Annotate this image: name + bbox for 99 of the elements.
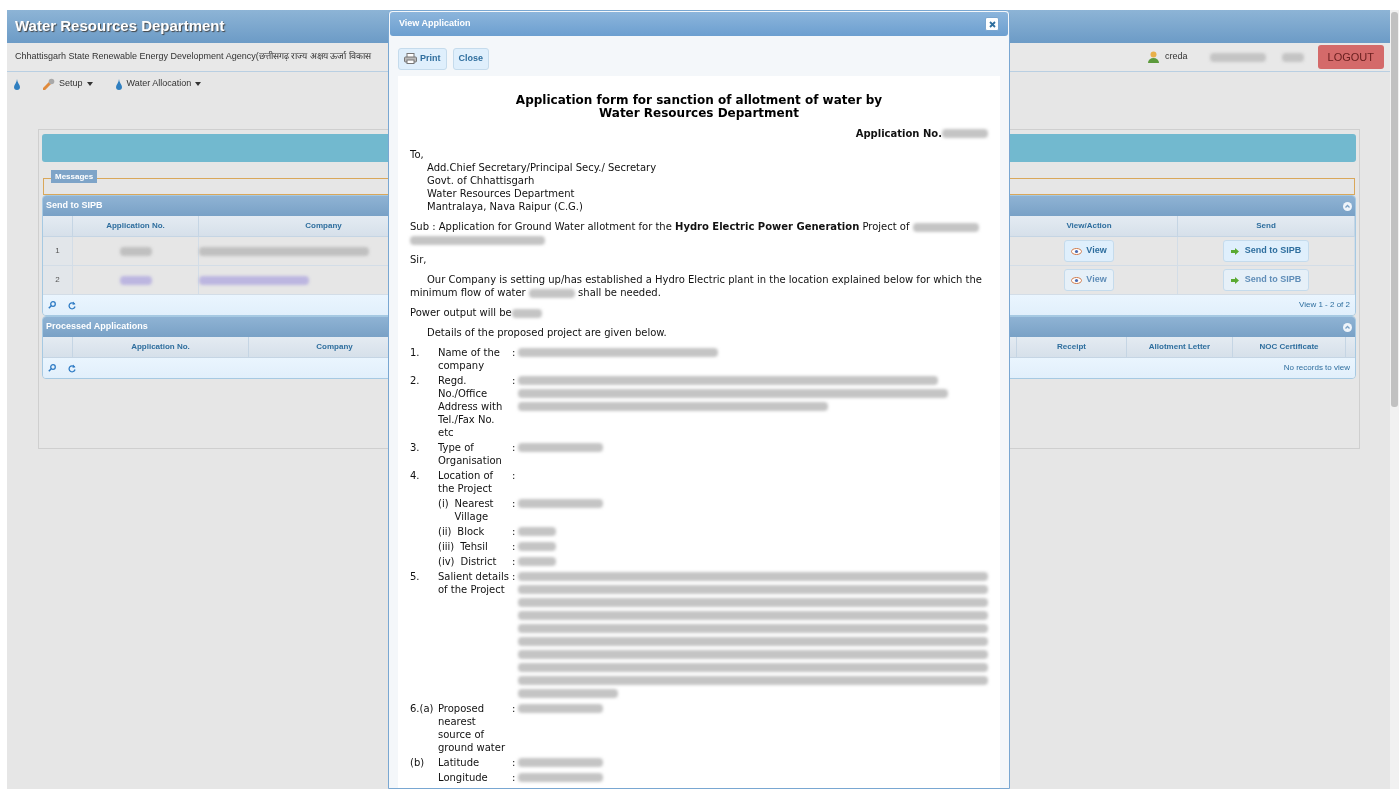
colon: :: [512, 374, 517, 388]
collapse-icon[interactable]: [1343, 201, 1352, 211]
redacted-text: [511, 308, 542, 318]
pager-info: View 1 - 2 of 2: [1299, 299, 1350, 311]
wrench-icon: [43, 78, 55, 90]
send-button[interactable]: Send to SIPB: [1222, 240, 1310, 262]
item-marker: (iv): [438, 555, 455, 568]
item-label: Location of the Project: [438, 469, 495, 495]
drop-icon: [114, 78, 123, 90]
redacted-text: [912, 222, 979, 232]
colon: :: [512, 346, 517, 360]
redacted-text: [518, 542, 556, 551]
item-number: (b): [410, 756, 426, 769]
dialog-title: View Application: [399, 17, 471, 31]
item-number: 4.: [410, 469, 421, 483]
redacted-text: [1281, 52, 1304, 62]
colon: :: [512, 702, 517, 716]
power-output-text: Power output will be: [410, 306, 988, 319]
search-icon[interactable]: [48, 301, 56, 309]
printer-icon: [404, 53, 417, 64]
column-header: Receipt: [1017, 337, 1127, 357]
colon: :: [512, 469, 517, 483]
colon: :: [512, 555, 517, 568]
app-title: Water Resources Department: [15, 16, 225, 37]
item-number: 3.: [410, 441, 421, 455]
messages-legend: Messages: [51, 170, 98, 183]
document-title: Application form for sanction of allotment of water by Water Resources Department: [514, 94, 884, 120]
eye-icon: [1071, 247, 1083, 255]
row-number: 1: [55, 245, 60, 257]
search-icon[interactable]: [48, 364, 56, 372]
item-marker: (ii): [438, 525, 452, 538]
user-icon: [1148, 51, 1160, 63]
menu-item[interactable]: Water Allocation: [114, 77, 202, 91]
redacted-text: [1209, 52, 1266, 62]
eye-icon: [1071, 276, 1083, 284]
colon: :: [512, 497, 517, 511]
application-number-label: Application No.: [855, 127, 942, 140]
item-label: Nearest Village: [454, 497, 495, 523]
column-header: NOC Certificate: [1233, 337, 1346, 357]
colon: :: [512, 441, 517, 455]
menu-item[interactable]: Setup: [43, 77, 93, 91]
column-header: Application No.: [73, 216, 199, 236]
column-header: Allotment Letter: [1127, 337, 1233, 357]
pager-info: No records to view: [1283, 362, 1350, 374]
arrow-icon: [1230, 247, 1239, 255]
logout-button[interactable]: LOGOUT: [1317, 45, 1384, 69]
close-icon: [988, 20, 996, 28]
grid-caption: Send to SIPB: [46, 199, 103, 213]
refresh-icon[interactable]: [68, 300, 76, 310]
body-text: Our Company is setting up/has established a Hydro Electric plant in the location explained below for which the minimum flow of water shall be needed.: [410, 273, 983, 299]
redacted-text: [518, 527, 556, 536]
colon: :: [512, 570, 517, 584]
item-marker: (i): [438, 497, 449, 511]
toolbar-button[interactable]: Print: [398, 47, 447, 70]
column-header: Send: [1178, 216, 1355, 236]
item-label: District: [460, 555, 497, 568]
item-label: Proposed nearest source of ground water: [438, 702, 507, 754]
redacted-text: [528, 288, 575, 298]
item-number: 2.: [410, 374, 421, 388]
toolbar-button[interactable]: Close: [452, 47, 490, 70]
drop-icon[interactable]: [13, 78, 21, 90]
row-number: 2: [55, 274, 60, 286]
details-intro: Details of the proposed project are given below.: [426, 326, 668, 339]
address-line: Govt. of Chhattisgarh: [426, 174, 536, 187]
address-line: Mantralaya, Nava Raipur (C.G.): [426, 200, 584, 213]
item-label: Longitude: [438, 771, 488, 784]
scrollbar[interactable]: [1390, 10, 1399, 789]
item-number: 1.: [410, 346, 421, 360]
salutation-line: To,: [410, 148, 425, 161]
redacted-text: [518, 557, 556, 566]
item-marker: (iii): [438, 540, 455, 553]
column-header: Application No.: [73, 337, 249, 357]
redacted-text: [942, 129, 988, 138]
arrow-icon: [1230, 276, 1239, 284]
colon: :: [512, 756, 517, 769]
item-label: Block: [457, 525, 485, 538]
address-line: Water Resources Department: [426, 187, 576, 200]
salutation-line: Sir,: [410, 253, 428, 266]
caret-icon: [86, 82, 93, 86]
grid-caption: Processed Applications: [46, 320, 148, 334]
item-label: Tehsil: [460, 540, 488, 553]
user-name: creda: [1165, 50, 1188, 64]
colon: :: [512, 525, 517, 538]
item-label: Regd. No./Office Address with Tel./Fax No. etc: [438, 374, 504, 439]
view-button[interactable]: View: [1064, 240, 1114, 262]
collapse-icon[interactable]: [1343, 322, 1352, 332]
close-button[interactable]: [985, 17, 999, 31]
caret-icon: [195, 82, 202, 86]
item-number: 5.: [410, 570, 421, 584]
item-label: Name of the company: [438, 346, 501, 372]
colon: :: [512, 540, 517, 553]
colon: :: [512, 771, 517, 784]
item-number: 6.(a): [410, 702, 435, 716]
refresh-icon[interactable]: [68, 363, 76, 373]
item-label: Type of Organisation: [438, 441, 503, 467]
item-label: Latitude: [438, 756, 480, 769]
address-line: Add.Chief Secretary/Principal Secy./ Secretary: [426, 161, 658, 174]
item-label: Salient details of the Project: [438, 570, 510, 597]
agency-name: Chhattisgarh State Renewable Energy Development Agency(छत्तीसगढ़ राज्य अक्षय ऊर्जा विकास: [15, 50, 371, 64]
